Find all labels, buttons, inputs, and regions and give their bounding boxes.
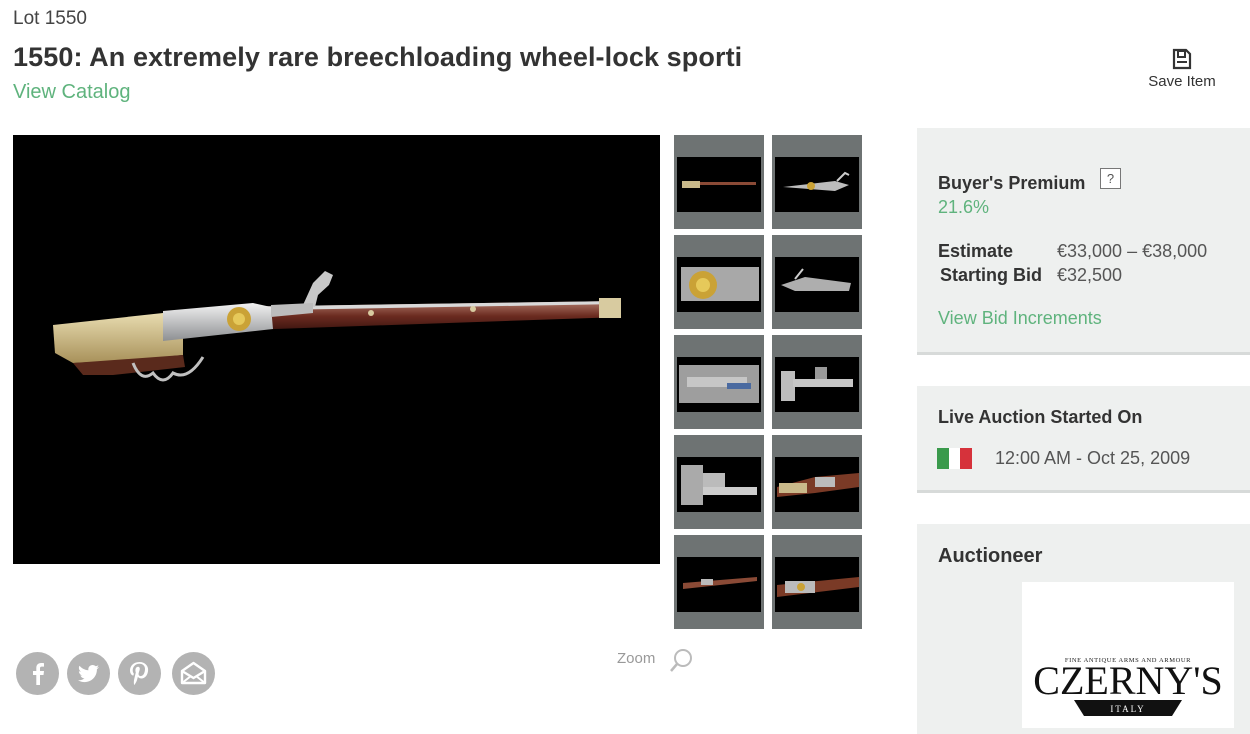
logo-wordmark: CZERNY'S	[1033, 658, 1222, 703]
save-item-button[interactable]: Save Item	[1140, 48, 1224, 90]
thumbnail-image	[682, 181, 756, 188]
main-lot-image[interactable]	[13, 135, 660, 564]
thumbnail-image	[777, 577, 859, 597]
thumbnail-6[interactable]	[772, 335, 862, 429]
zoom-button[interactable]: Zoom	[617, 649, 692, 672]
auctioneer-label: Auctioneer	[938, 545, 1043, 567]
magnifier-icon	[670, 649, 692, 672]
pinterest-icon	[130, 662, 149, 685]
estimate-label: Estimate	[938, 241, 1014, 261]
estimate-value: €33,000 – €38,000	[1057, 241, 1208, 261]
twitter-icon	[78, 665, 99, 683]
wheel-lock-rifle-image	[53, 271, 621, 382]
thumbnail-image	[681, 465, 757, 505]
view-catalog-link[interactable]: View Catalog	[13, 81, 130, 104]
thumbnail-image	[781, 367, 853, 401]
view-bid-increments-link[interactable]: View Bid Increments	[938, 308, 1102, 329]
email-icon	[180, 661, 207, 685]
facebook-icon	[33, 663, 44, 685]
starting-bid-value: €32,500	[1057, 265, 1123, 285]
save-item-label: Save Item	[1148, 73, 1216, 90]
thumbnail-4[interactable]	[772, 235, 862, 329]
zoom-label: Zoom	[617, 650, 656, 667]
logo-ribbon-text: ITALY	[1110, 704, 1145, 714]
thumbnail-image	[681, 267, 759, 301]
email-share-button[interactable]	[172, 652, 215, 695]
czernys-logo-image: FINE ANTIQUE ARMS AND ARMOUR CZERNY'S IT…	[1033, 657, 1223, 716]
lot-title: 1550: An extremely rare breechloading wh…	[13, 42, 743, 72]
thumbnail-image	[781, 268, 851, 291]
thumbnail-9[interactable]	[674, 535, 764, 629]
buyers-premium-value: 21.6%	[938, 197, 990, 217]
auctioneer-logo[interactable]: FINE ANTIQUE ARMS AND ARMOUR CZERNY'S IT…	[1022, 582, 1234, 728]
lot-number: Lot 1550	[13, 8, 87, 29]
twitter-share-button[interactable]	[67, 652, 110, 695]
thumbnail-image	[683, 577, 757, 589]
thumbnail-8[interactable]	[772, 435, 862, 529]
thumbnail-1[interactable]	[674, 135, 764, 229]
live-auction-panel	[917, 386, 1250, 493]
floppy-disk-icon	[1172, 48, 1192, 70]
thumbnail-image	[777, 473, 859, 497]
thumbnail-10[interactable]	[772, 535, 862, 629]
buyers-premium-help-button[interactable]: ?	[1100, 168, 1121, 189]
thumbnail-image	[783, 171, 850, 191]
facebook-share-button[interactable]	[16, 652, 59, 695]
thumbnail-7[interactable]	[674, 435, 764, 529]
live-auction-label: Live Auction Started On	[938, 407, 1143, 427]
starting-bid-label: Starting Bid	[940, 265, 1042, 285]
buyers-premium-label: Buyer's Premium	[938, 173, 1086, 193]
thumbnail-3[interactable]	[674, 235, 764, 329]
italy-flag-icon	[937, 448, 973, 469]
live-auction-datetime: 12:00 AM - Oct 25, 2009	[995, 448, 1191, 468]
pinterest-share-button[interactable]	[118, 652, 161, 695]
thumbnail-2[interactable]	[772, 135, 862, 229]
thumbnail-image	[679, 365, 759, 403]
thumbnail-5[interactable]	[674, 335, 764, 429]
